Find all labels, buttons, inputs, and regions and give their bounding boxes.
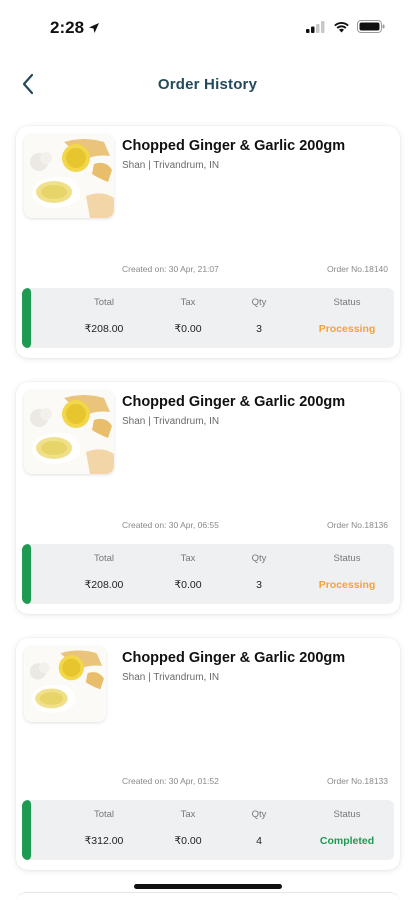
product-name: Chopped Ginger & Garlic 200gm bbox=[122, 138, 346, 154]
status-accent-bar bbox=[22, 800, 31, 860]
battery-icon bbox=[357, 20, 385, 33]
status-label: Status bbox=[333, 297, 361, 308]
total-label: Total bbox=[93, 297, 115, 308]
qty-label: Qty bbox=[251, 809, 267, 820]
order-summary: Total ₹208.00 Tax ₹0.00 Qty 3 Status Pro… bbox=[22, 288, 394, 348]
order-card[interactable]: Chopped Ginger & Garlic 200gm Shan | Tri… bbox=[16, 382, 400, 614]
product-image bbox=[24, 390, 114, 474]
order-card[interactable]: Chopped Ginger & Garlic 200gm Shan | Tri… bbox=[16, 638, 400, 870]
status-time-group: 2:28 bbox=[50, 18, 100, 38]
order-number: Order No.18136 bbox=[327, 520, 388, 530]
tax-label: Tax bbox=[180, 553, 196, 564]
order-number: Order No.18133 bbox=[327, 776, 388, 786]
wifi-icon bbox=[334, 21, 349, 32]
total-value: ₹208.00 bbox=[84, 579, 124, 591]
qty-value: 3 bbox=[256, 579, 262, 591]
page-title: Order History bbox=[157, 76, 258, 93]
seller-location: Shan | Trivandrum, IN bbox=[122, 672, 220, 683]
total-column: Total ₹312.00 bbox=[72, 800, 136, 860]
status-label: Status bbox=[333, 553, 361, 564]
created-on: Created on: 30 Apr, 01:52 bbox=[122, 776, 219, 786]
status-column: Status Processing bbox=[302, 544, 392, 604]
qty-label: Qty bbox=[251, 297, 267, 308]
status-accent-bar bbox=[22, 544, 31, 604]
status-accent-bar bbox=[22, 288, 31, 348]
total-label: Total bbox=[93, 809, 115, 820]
order-card[interactable]: Chopped Ginger & Garlic 200gm Shan | Tri… bbox=[16, 126, 400, 358]
tax-column: Tax ₹0.00 bbox=[158, 800, 218, 860]
tax-value: ₹0.00 bbox=[174, 835, 202, 847]
qty-value: 3 bbox=[256, 323, 262, 335]
tax-value: ₹0.00 bbox=[174, 323, 202, 335]
order-summary: Total ₹312.00 Tax ₹0.00 Qty 4 Status Com… bbox=[22, 800, 394, 860]
tax-column: Tax ₹0.00 bbox=[158, 288, 218, 348]
status-time: 2:28 bbox=[50, 18, 85, 37]
created-on: Created on: 30 Apr, 21:07 bbox=[122, 264, 219, 274]
status-value: Processing bbox=[318, 323, 376, 335]
created-on: Created on: 30 Apr, 06:55 bbox=[122, 520, 219, 530]
status-column: Status Completed bbox=[302, 800, 392, 860]
home-indicator[interactable] bbox=[134, 884, 282, 889]
qty-column: Qty 4 bbox=[232, 800, 286, 860]
seller-location: Shan | Trivandrum, IN bbox=[122, 160, 220, 171]
total-column: Total ₹208.00 bbox=[72, 288, 136, 348]
qty-column: Qty 3 bbox=[232, 288, 286, 348]
cellular-signal-icon bbox=[306, 20, 325, 33]
order-number: Order No.18140 bbox=[327, 264, 388, 274]
order-summary: Total ₹208.00 Tax ₹0.00 Qty 3 Status Pro… bbox=[22, 544, 394, 604]
qty-label: Qty bbox=[251, 553, 267, 564]
tax-column: Tax ₹0.00 bbox=[158, 544, 218, 604]
product-name: Chopped Ginger & Garlic 200gm bbox=[122, 650, 346, 666]
status-value: Processing bbox=[318, 579, 376, 591]
qty-column: Qty 3 bbox=[232, 544, 286, 604]
location-arrow-icon bbox=[89, 23, 100, 33]
total-column: Total ₹208.00 bbox=[72, 544, 136, 604]
status-icons bbox=[306, 20, 385, 33]
status-value: Completed bbox=[319, 835, 375, 847]
next-order-card-edge bbox=[16, 892, 400, 900]
status-bar: 2:28 bbox=[0, 0, 415, 54]
header: Order History bbox=[0, 60, 415, 110]
product-name: Chopped Ginger & Garlic 200gm bbox=[122, 394, 346, 410]
product-image bbox=[24, 134, 114, 218]
total-value: ₹208.00 bbox=[84, 323, 124, 335]
product-image bbox=[24, 646, 106, 722]
tax-value: ₹0.00 bbox=[174, 579, 202, 591]
qty-value: 4 bbox=[256, 835, 262, 847]
total-label: Total bbox=[93, 553, 115, 564]
tax-label: Tax bbox=[180, 809, 196, 820]
status-label: Status bbox=[333, 809, 361, 820]
total-value: ₹312.00 bbox=[84, 835, 124, 847]
status-column: Status Processing bbox=[302, 288, 392, 348]
seller-location: Shan | Trivandrum, IN bbox=[122, 416, 220, 427]
tax-label: Tax bbox=[180, 297, 196, 308]
